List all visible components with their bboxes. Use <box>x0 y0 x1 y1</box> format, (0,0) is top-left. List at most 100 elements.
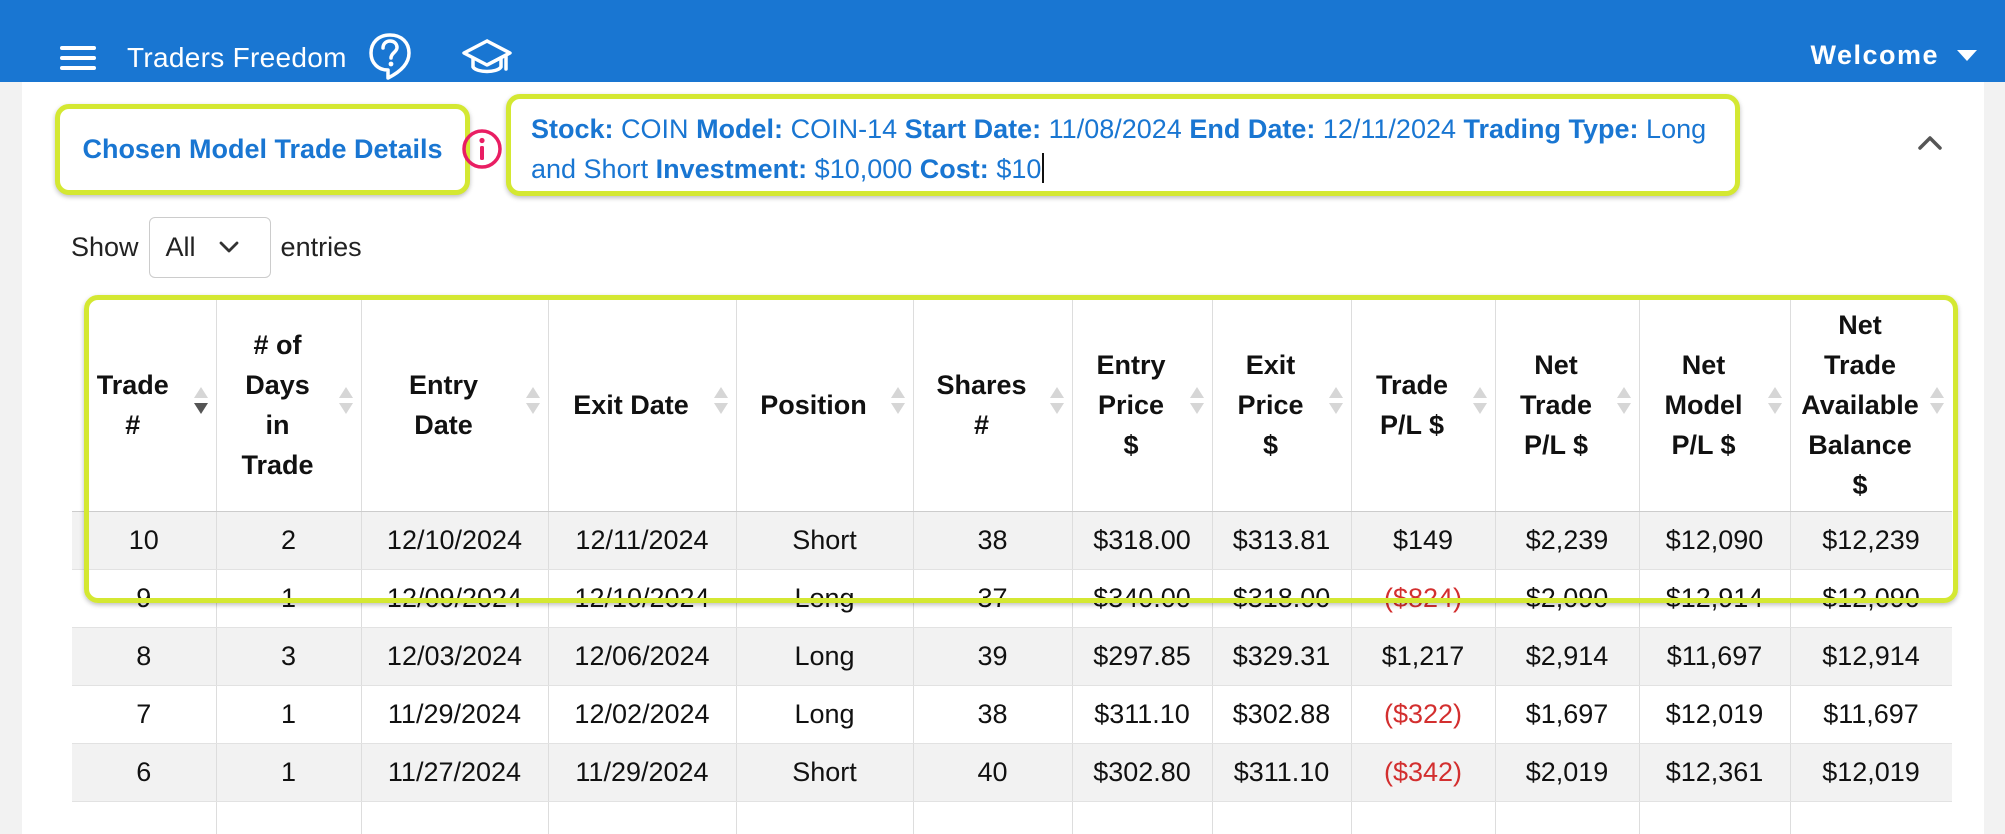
table-cell: 40 <box>913 743 1073 802</box>
column-header-label: Net <box>1681 349 1726 380</box>
table-cell: $311.10 <box>1072 685 1213 744</box>
column-header[interactable]: Position <box>736 299 914 512</box>
column-header-label: Entry <box>1096 349 1166 380</box>
column-header-label: Entry <box>408 369 479 400</box>
table-cell: Short <box>736 743 914 802</box>
trades-table-container[interactable]: Trade # # of Days in Trade Entry Date Exit Date P… <box>72 299 1952 834</box>
table-cell <box>1351 801 1496 834</box>
table-body: 10 2 12/10/2024 12/11/2024 Short 38 $318.00 $31… <box>72 511 1952 834</box>
table-cell: 6 <box>72 743 217 802</box>
column-header-label: # of <box>253 329 302 360</box>
column-header-label: Price <box>1237 389 1304 420</box>
column-header[interactable]: Net Model P/L $ <box>1639 299 1791 512</box>
table-cell: 11/29/2024 <box>548 743 737 802</box>
column-header-label: Available <box>1801 389 1919 420</box>
table-cell: 2 <box>216 511 362 570</box>
table-cell: $149 <box>1351 511 1496 570</box>
sort-icon <box>193 386 208 423</box>
table-cell <box>548 801 737 834</box>
table-cell: 11/29/2024 <box>361 685 549 744</box>
table-cell: $2,090 <box>1495 569 1640 628</box>
column-header-label: Net <box>1534 349 1578 380</box>
start-date-label: Start Date: <box>904 114 1042 144</box>
column-header[interactable]: Net Trade P/L $ <box>1495 299 1640 512</box>
table-cell: 38 <box>913 685 1073 744</box>
chevron-down-icon <box>219 241 238 253</box>
sort-icon <box>1929 386 1944 423</box>
column-header[interactable]: Entry Price $ <box>1072 299 1213 512</box>
column-header-label: Price <box>1097 389 1165 420</box>
trade-details-card: Chosen Model Trade Details Stock: COIN M… <box>22 82 1984 834</box>
table-cell: $12,914 <box>1639 569 1791 628</box>
column-header-label: Exit <box>1245 349 1296 380</box>
table-cell <box>1495 801 1640 834</box>
column-header-label: P/L $ <box>1379 409 1445 440</box>
table-row: 10 2 12/10/2024 12/11/2024 Short 38 $318.00 $31… <box>72 511 1952 570</box>
help-circle-icon[interactable] <box>368 32 412 82</box>
column-header[interactable]: Exit Price $ <box>1212 299 1352 512</box>
column-header-label: Model <box>1664 389 1743 420</box>
column-header-label: Trade <box>96 369 169 400</box>
column-header[interactable]: Exit Date <box>548 299 737 512</box>
model-details-summary: Stock: COIN Model: COIN-14 Start Date: 1… <box>506 94 1740 196</box>
table-cell: 1 <box>216 685 362 744</box>
column-header[interactable]: Trade # <box>72 299 217 512</box>
entries-label: entries <box>280 231 362 262</box>
stock-label: Stock: <box>531 114 614 144</box>
column-header-label: P/L $ <box>1523 429 1589 460</box>
sort-icon <box>1189 386 1204 423</box>
column-header-label: Position <box>760 389 867 420</box>
column-header-label: in <box>265 409 290 440</box>
table-cell: $302.80 <box>1072 743 1213 802</box>
column-header-label: $ <box>1852 469 1868 500</box>
table-cell: $12,914 <box>1790 627 1952 686</box>
cost-value: $10 <box>996 154 1042 184</box>
table-cell: $297.85 <box>1072 627 1213 686</box>
investment-label: Investment: <box>655 154 808 184</box>
sort-icon <box>525 386 540 423</box>
column-header-label: Date <box>414 409 473 440</box>
menu-icon[interactable] <box>60 46 96 72</box>
column-header[interactable]: Shares # <box>913 299 1073 512</box>
end-date-value: 12/11/2024 <box>1322 114 1456 144</box>
sort-icon <box>890 386 905 423</box>
app-title[interactable]: Traders Freedom <box>127 42 347 74</box>
school-icon[interactable] <box>462 38 512 78</box>
table-cell: $1,697 <box>1495 685 1640 744</box>
column-header-label: Trade <box>1519 389 1593 420</box>
table-cell: $12,019 <box>1639 685 1791 744</box>
table-cell <box>361 801 549 834</box>
welcome-menu[interactable]: Welcome <box>1810 40 1977 71</box>
column-header-label: Balance <box>1808 429 1912 460</box>
table-cell: 7 <box>72 685 217 744</box>
table-row: 6 1 11/27/2024 11/29/2024 Short 40 $302.80 $311… <box>72 743 1952 802</box>
table-cell: 10 <box>72 511 217 570</box>
chevron-up-icon[interactable] <box>1912 130 1948 154</box>
column-header-label: # <box>125 409 141 440</box>
table-cell: 12/10/2024 <box>361 511 549 570</box>
column-header-label: Trade <box>1823 349 1897 380</box>
welcome-label: Welcome <box>1810 40 1939 70</box>
column-header-label: # <box>973 409 990 440</box>
table-cell: $11,697 <box>1639 627 1791 686</box>
entries-length-control: Show All entries <box>71 216 362 278</box>
column-header-label: $ <box>1123 429 1139 460</box>
chosen-model-title[interactable]: Chosen Model Trade Details <box>82 134 442 165</box>
column-header[interactable]: Net Trade Available Balance $ <box>1790 299 1952 512</box>
table-cell <box>1212 801 1352 834</box>
table-cell: 1 <box>216 743 362 802</box>
column-header[interactable]: Trade P/L $ <box>1351 299 1496 512</box>
table-cell: $2,914 <box>1495 627 1640 686</box>
table-cell: ($322) <box>1351 685 1496 744</box>
table-cell <box>1639 801 1791 834</box>
column-header[interactable]: # of Days in Trade <box>216 299 362 512</box>
table-row <box>72 801 1952 834</box>
table-cell: $2,239 <box>1495 511 1640 570</box>
entries-select[interactable]: All <box>148 216 271 278</box>
column-header[interactable]: Entry Date <box>361 299 549 512</box>
sort-icon <box>338 386 353 423</box>
info-icon[interactable] <box>460 127 504 171</box>
column-header-label: Trade <box>241 449 314 480</box>
table-cell: 12/03/2024 <box>361 627 549 686</box>
table-cell: 11/27/2024 <box>361 743 549 802</box>
